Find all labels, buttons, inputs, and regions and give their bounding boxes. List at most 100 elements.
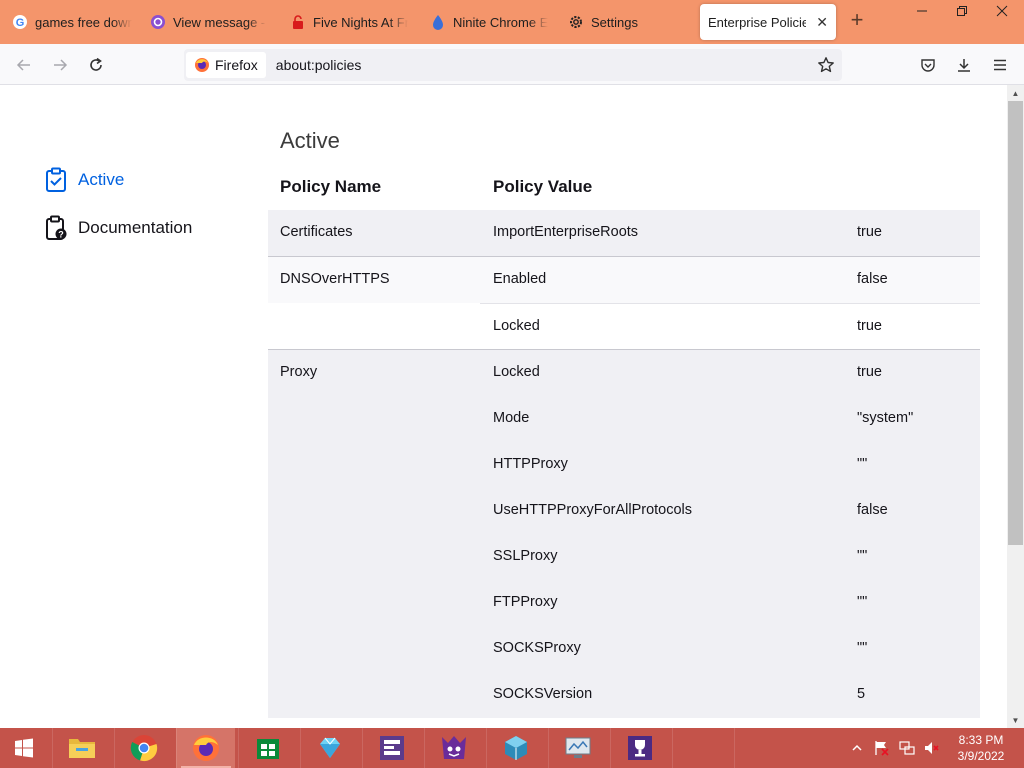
windows-start-icon[interactable]	[0, 728, 48, 768]
policy-value: true	[857, 364, 882, 380]
sidebar-item-active[interactable]: Active	[44, 167, 124, 193]
tab-view-message[interactable]: View message - M	[142, 4, 274, 40]
taskbar-empty-slot[interactable]	[672, 728, 731, 768]
table-row: DNSOverHTTPS Enabled false	[268, 257, 980, 303]
policy-key: SOCKSVersion	[493, 686, 593, 702]
gem-app-icon[interactable]	[300, 728, 359, 768]
svg-text:?: ?	[58, 230, 64, 240]
table-row: FTPProxy ""	[268, 580, 980, 626]
tab-settings[interactable]: Settings	[560, 4, 690, 40]
policy-value: ""	[857, 594, 868, 610]
bookmark-star-icon[interactable]	[816, 55, 836, 75]
restore-icon[interactable]	[944, 0, 980, 22]
firefox-taskbar-icon[interactable]	[176, 728, 235, 768]
reload-icon[interactable]	[83, 52, 109, 78]
show-hidden-icons-chevron-icon[interactable]	[848, 728, 866, 768]
policy-key: SOCKSProxy	[493, 640, 581, 656]
editor-app-icon[interactable]	[362, 728, 421, 768]
scroll-down-arrow-icon[interactable]: ▼	[1007, 712, 1024, 728]
close-window-icon[interactable]	[984, 0, 1020, 22]
url-bar[interactable]: Firefox about:policies	[184, 49, 842, 81]
firefox-icon	[194, 57, 210, 73]
action-center-flag-icon[interactable]	[870, 728, 892, 768]
policy-value: 5	[857, 686, 866, 702]
tab-games[interactable]: G games free downl	[4, 4, 140, 40]
tab-label: Ninite Chrome Ed	[453, 14, 548, 30]
policy-key: FTPProxy	[493, 594, 558, 610]
policy-key: Enabled	[493, 271, 547, 287]
table-row: HTTPProxy ""	[268, 442, 980, 488]
tab-strip: G games free downl View message - M Five…	[0, 0, 1024, 44]
policy-key: SSLProxy	[493, 548, 558, 564]
policy-key: Locked	[493, 364, 540, 380]
column-header-policy-name: Policy Name	[280, 177, 382, 196]
policy-group-dnsoverhttps: DNSOverHTTPS Enabled false Locked true	[268, 256, 980, 349]
page-title: Active	[280, 128, 340, 153]
clipboard-help-icon: ?	[44, 215, 68, 241]
table-row: Mode "system"	[268, 396, 980, 442]
downloads-icon[interactable]	[951, 52, 977, 78]
store-icon[interactable]	[238, 728, 297, 768]
scroll-up-arrow-icon[interactable]: ▲	[1007, 85, 1024, 101]
taskbar-empty-slot[interactable]	[734, 728, 793, 768]
policy-value: true	[857, 224, 882, 240]
gear-icon	[568, 14, 584, 30]
clock-time: 8:33 PM	[958, 733, 1004, 747]
svg-text:G: G	[16, 17, 25, 29]
lock-icon	[290, 14, 306, 30]
volume-muted-icon[interactable]	[920, 728, 942, 768]
forward-icon[interactable]	[47, 52, 73, 78]
ninite-icon	[430, 14, 446, 30]
policy-value: false	[857, 271, 888, 287]
sidebar-item-documentation[interactable]: ? Documentation	[44, 215, 192, 241]
policy-name: Proxy	[280, 364, 318, 380]
system-clock[interactable]: 8:33 PM 3/9/2022	[952, 732, 1010, 764]
tab-enterprise-policies[interactable]: Enterprise Policies ✕	[700, 4, 836, 40]
policy-value: ""	[857, 456, 868, 472]
network-icon[interactable]	[896, 728, 918, 768]
policy-key: HTTPProxy	[493, 456, 568, 472]
policy-group-certificates: Certificates ImportEnterpriseRoots true	[268, 210, 980, 256]
scrollbar-thumb[interactable]	[1008, 101, 1023, 545]
close-icon[interactable]: ✕	[816, 14, 828, 31]
identity-label: Firefox	[215, 57, 258, 73]
new-tab-button[interactable]: +	[846, 9, 868, 32]
table-row: Certificates ImportEnterpriseRoots true	[268, 210, 980, 256]
clipboard-check-icon	[44, 167, 68, 193]
tab-label: Five Nights At Fre	[313, 14, 408, 30]
table-row: SOCKSVersion 5	[268, 672, 980, 718]
policy-key: Mode	[493, 410, 530, 426]
game-app-icon[interactable]	[424, 728, 483, 768]
back-icon[interactable]	[11, 52, 37, 78]
trophy-app-icon[interactable]	[610, 728, 669, 768]
pocket-icon[interactable]	[915, 52, 941, 78]
policy-key: UseHTTPProxyForAllProtocols	[493, 502, 693, 518]
file-explorer-icon[interactable]	[52, 728, 111, 768]
policy-name: DNSOverHTTPS	[280, 271, 390, 287]
policy-value: "system"	[857, 410, 914, 426]
policy-key: ImportEnterpriseRoots	[493, 224, 639, 240]
policies-table: Certificates ImportEnterpriseRoots true …	[268, 210, 980, 718]
vertical-scrollbar[interactable]: ▲ ▼	[1007, 85, 1024, 728]
identity-box[interactable]: Firefox	[186, 52, 266, 78]
menu-hamburger-icon[interactable]	[987, 52, 1013, 78]
navigation-toolbar: Firefox about:policies	[0, 44, 1024, 85]
clock-date: 3/9/2022	[957, 749, 1005, 763]
policy-value: true	[857, 318, 882, 334]
column-header-policy-value: Policy Value	[493, 177, 593, 196]
tab-five-nights[interactable]: Five Nights At Fre	[282, 4, 416, 40]
policy-value: false	[857, 502, 888, 518]
monitor-app-icon[interactable]	[548, 728, 607, 768]
sidebar: Active ? Documentation	[0, 85, 240, 728]
policy-group-proxy: Proxy Locked true Mode "system" HTTPProx…	[268, 349, 980, 718]
table-row: UseHTTPProxyForAllProtocols false	[268, 488, 980, 534]
table-row: Locked true	[480, 303, 980, 349]
minimize-icon[interactable]	[904, 0, 940, 22]
chrome-icon[interactable]	[114, 728, 173, 768]
policy-name: Certificates	[280, 224, 353, 240]
tab-ninite[interactable]: Ninite Chrome Ed	[422, 4, 556, 40]
url-text[interactable]: about:policies	[276, 57, 362, 73]
table-row: Proxy Locked true	[268, 350, 980, 396]
tab-label: Settings	[591, 14, 638, 30]
cube-app-icon[interactable]	[486, 728, 545, 768]
